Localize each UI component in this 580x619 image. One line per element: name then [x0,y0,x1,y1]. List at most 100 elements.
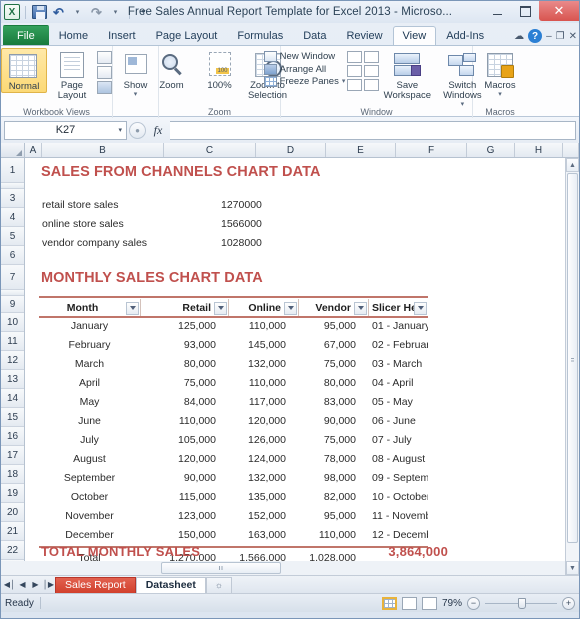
table-row[interactable]: June 110,000 120,000 90,000 06 - June [39,411,428,430]
row-header-18[interactable]: 18 [1,465,24,484]
row-header-20[interactable]: 20 [1,503,24,522]
filter-dropdown-icon-online[interactable] [284,301,297,315]
page-layout-view-icon[interactable] [401,596,417,610]
horizontal-scroll-thumb[interactable] [161,562,281,574]
row-header-13[interactable]: 13 [1,370,24,389]
table-row[interactable]: November 123,000 152,000 95,000 11 - Novembe… [39,506,428,525]
row-header-22[interactable]: 22 [1,541,24,560]
vertical-scrollbar[interactable]: ▲ ▼ [565,158,579,575]
name-box[interactable]: K27 ▾ [4,120,127,140]
table-row[interactable]: July 105,000 126,000 75,000 07 - July [39,430,428,449]
vertical-scroll-thumb[interactable] [567,173,578,543]
tab-add-ins[interactable]: Add-Ins [436,26,494,45]
last-sheet-button[interactable]: │▶ [42,577,55,592]
tab-insert[interactable]: Insert [98,26,146,45]
filter-dropdown-icon-vendor[interactable] [354,301,367,315]
maximize-button[interactable] [511,1,539,21]
close-button[interactable]: ✕ [539,1,579,21]
insert-function-icon[interactable]: fx [148,121,168,140]
name-box-dropdown-icon[interactable]: ▾ [118,126,122,134]
tab-formulas[interactable]: Formulas [227,26,293,45]
zoom-100-button[interactable]: 100% [197,48,243,91]
row-header-11[interactable]: 11 [1,332,24,351]
row-header-21[interactable]: 21 [1,522,24,541]
column-header-g[interactable]: G [467,143,515,157]
first-sheet-button[interactable]: ◀│ [3,577,16,592]
row-header-12[interactable]: 12 [1,351,24,370]
show-dropdown-icon[interactable]: ▾ [134,91,138,98]
zoom-in-button[interactable]: + [562,596,575,610]
scroll-up-button[interactable]: ▲ [566,158,579,172]
row-header-3[interactable]: 3 [1,189,24,208]
header-cell-month[interactable]: Month [39,299,140,316]
synchronous-scrolling-icon[interactable] [364,65,380,77]
page-break-view-icon[interactable] [421,596,437,610]
insert-worksheet-icon[interactable]: ☼ [205,576,232,593]
zoom-slider[interactable] [485,597,557,609]
minimize-button[interactable] [483,1,511,21]
row-header-7[interactable]: 7 [1,265,24,290]
column-header-c[interactable]: C [164,143,256,157]
unhide-icon[interactable] [347,79,363,91]
header-cell-slicer[interactable]: Slicer Headi [368,299,428,316]
row-header-4[interactable]: 4 [1,208,24,227]
filter-dropdown-icon-slicer[interactable] [414,301,427,315]
macros-dropdown-icon[interactable]: ▾ [498,91,502,98]
close-window-icon[interactable]: ✕ [569,31,577,42]
zoom-slider-thumb[interactable] [518,597,526,609]
view-side-by-side-icon[interactable] [364,51,380,63]
table-row[interactable]: December 150,000 163,000 110,000 12 - Decemb… [39,525,428,544]
arrange-all-button[interactable]: Arrange All [263,63,346,75]
row-header-16[interactable]: 16 [1,427,24,446]
formula-input[interactable] [170,120,576,140]
restore-window-icon[interactable]: ❐ [556,31,565,42]
column-header-d[interactable]: D [256,143,326,157]
hide-icon[interactable] [347,65,363,77]
custom-views-icon[interactable] [97,66,112,79]
row-header-1[interactable]: 1 [1,158,24,183]
sheet-tab-datasheet[interactable]: Datasheet [135,576,206,593]
column-header-f[interactable]: F [396,143,467,157]
row-header-6[interactable]: 6 [1,246,24,265]
new-window-button[interactable]: New Window [263,51,346,62]
column-header-a[interactable]: A [25,143,42,157]
table-row[interactable]: August 120,000 124,000 78,000 08 - August [39,449,428,468]
row-header-5[interactable]: 5 [1,227,24,246]
cancel-formula-icon[interactable]: ● [129,121,146,139]
previous-sheet-button[interactable]: ◀ [16,577,29,592]
minimize-ribbon-icon[interactable]: – [546,31,552,42]
table-row[interactable]: October 115,000 135,000 82,000 10 - October [39,487,428,506]
tab-file[interactable]: File [3,25,49,45]
macros-button[interactable]: Macros ▾ [477,48,523,98]
help-icon[interactable]: ? [528,29,543,43]
column-header-b[interactable]: B [42,143,164,157]
next-sheet-button[interactable]: ▶ [29,577,42,592]
normal-view-button[interactable]: Normal [1,48,47,93]
freeze-panes-button[interactable]: Freeze Panes ▾ [263,76,346,87]
column-header-e[interactable]: E [326,143,396,157]
sheet-tab-sales-report[interactable]: Sales Report [55,576,136,593]
filter-dropdown-icon-retail[interactable] [214,301,227,315]
tab-page-layout[interactable]: Page Layout [146,26,228,45]
table-row[interactable]: January 125,000 110,000 95,000 01 - January [39,316,428,335]
row-header-15[interactable]: 15 [1,408,24,427]
zoom-level-label[interactable]: 79% [442,598,462,609]
header-cell-retail[interactable]: Retail [140,299,228,316]
row-header-17[interactable]: 17 [1,446,24,465]
save-workspace-button[interactable]: Save Workspace [381,48,433,101]
row-header-9[interactable]: 9 [1,296,24,313]
tab-view[interactable]: View [392,26,437,45]
table-row[interactable]: April 75,000 110,000 80,000 04 - April [39,373,428,392]
reset-window-position-icon[interactable] [364,79,380,91]
zoom-button[interactable]: Zoom [149,48,195,91]
table-row[interactable]: March 80,000 132,000 75,000 03 - March [39,354,428,373]
select-all-corner[interactable] [1,143,25,157]
header-cell-online[interactable]: Online [228,299,298,316]
header-cell-vendor[interactable]: Vendor [298,299,368,316]
row-header-19[interactable]: 19 [1,484,24,503]
zoom-out-button[interactable]: − [467,596,480,610]
table-row[interactable]: September 90,000 132,000 98,000 09 - Septemb… [39,468,428,487]
freeze-panes-dropdown-icon[interactable]: ▾ [342,78,346,85]
page-break-preview-icon[interactable] [97,51,112,64]
tab-data[interactable]: Data [293,26,336,45]
